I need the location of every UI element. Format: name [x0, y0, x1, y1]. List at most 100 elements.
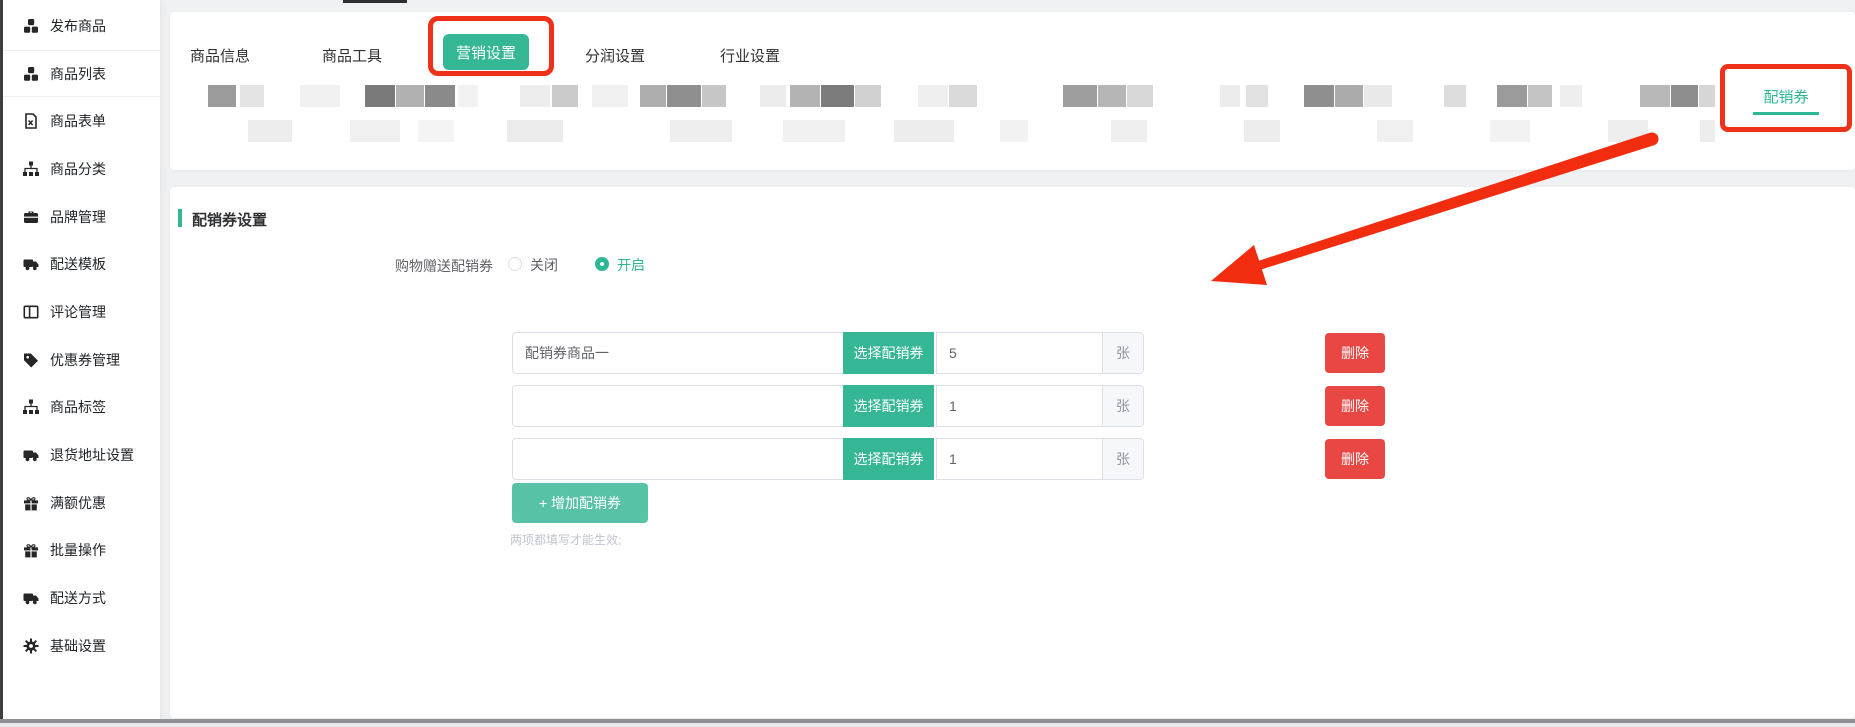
- sidebar-item-label: 商品标签: [50, 397, 106, 417]
- redacted-block: [855, 85, 881, 107]
- sidebar-item[interactable]: 商品表单: [3, 97, 160, 145]
- sidebar-item[interactable]: 优惠券管理: [3, 336, 160, 384]
- gift-icon: [22, 542, 39, 559]
- sidebar-item[interactable]: 批量操作: [3, 527, 160, 575]
- redacted-block: [365, 85, 395, 107]
- redacted-block: [702, 85, 726, 107]
- tab-product-tools[interactable]: 商品工具: [322, 45, 382, 66]
- sidebar-item-label: 评论管理: [50, 302, 106, 322]
- sidebar-item[interactable]: 配送方式: [3, 574, 160, 622]
- redacted-block: [208, 85, 236, 107]
- sidebar-item[interactable]: 品牌管理: [3, 193, 160, 241]
- tab-marketing-settings-active[interactable]: 营销设置: [443, 34, 529, 70]
- sidebar-item[interactable]: 商品分类: [3, 145, 160, 193]
- radio-on-selected[interactable]: [595, 257, 609, 271]
- sidebar-item-label: 基础设置: [50, 636, 106, 656]
- add-coupon-button[interactable]: + 增加配销券: [512, 483, 648, 523]
- redacted-block: [918, 85, 948, 107]
- quantity-group: 张: [936, 438, 1144, 480]
- quantity-input[interactable]: [937, 439, 1102, 479]
- select-coupon-button[interactable]: 选择配销券: [843, 332, 934, 374]
- delete-button[interactable]: 删除: [1325, 333, 1385, 373]
- redacted-block: [552, 85, 578, 107]
- tab-profit-settings[interactable]: 分润设置: [585, 45, 645, 66]
- quantity-input[interactable]: [937, 333, 1102, 373]
- redacted-block: [1098, 85, 1126, 107]
- truck-icon: [22, 447, 39, 464]
- radio-off-label[interactable]: 关闭: [530, 255, 558, 275]
- quantity-unit: 张: [1102, 439, 1143, 479]
- tree-icon: [22, 160, 39, 177]
- sidebar-item[interactable]: 配送模板: [3, 240, 160, 288]
- truck-icon: [22, 590, 39, 607]
- redacted-block: [300, 85, 340, 107]
- gift-coupon-radio-label: 购物赠送配销券: [373, 256, 493, 276]
- coupon-product-input[interactable]: [512, 332, 843, 374]
- redacted-block: [592, 85, 628, 107]
- redacted-block: [1111, 120, 1147, 142]
- sidebar-item-label: 商品分类: [50, 159, 106, 179]
- quantity-group: 张: [936, 385, 1144, 427]
- redacted-block: [1608, 120, 1648, 142]
- redacted-block: [507, 120, 563, 142]
- redacted-block: [1000, 120, 1028, 142]
- select-coupon-button[interactable]: 选择配销券: [843, 385, 934, 427]
- cubes-icon: [22, 65, 39, 82]
- redacted-block: [520, 85, 550, 107]
- redacted-block: [248, 120, 292, 142]
- sidebar-item[interactable]: 评论管理: [3, 288, 160, 336]
- quantity-input[interactable]: [937, 386, 1102, 426]
- coupon-product-input[interactable]: [512, 385, 843, 427]
- panels-icon: [22, 303, 39, 320]
- redacted-block: [1700, 120, 1715, 142]
- select-coupon-button[interactable]: 选择配销券: [843, 438, 934, 480]
- redacted-subtab-row-1: [170, 85, 1855, 107]
- tab-industry-settings[interactable]: 行业设置: [720, 45, 780, 66]
- redacted-block: [1063, 85, 1097, 107]
- radio-off[interactable]: [508, 257, 522, 271]
- redacted-block: [667, 85, 701, 107]
- redacted-block: [1127, 85, 1153, 107]
- redacted-subtab-row-2: [170, 120, 1855, 142]
- sidebar-item-label: 配送方式: [50, 588, 106, 608]
- sidebar-item[interactable]: 基础设置: [3, 622, 160, 670]
- tabs-card: 商品信息 商品工具 营销设置 分润设置 行业设置 配销券: [170, 12, 1855, 170]
- tab-product-info[interactable]: 商品信息: [190, 45, 250, 66]
- redacted-block: [1640, 85, 1670, 107]
- redacted-block: [418, 120, 454, 142]
- redacted-block: [1377, 120, 1413, 142]
- redacted-block: [670, 120, 732, 142]
- redacted-block: [1244, 120, 1280, 142]
- subtab-distribution-coupon[interactable]: 配销券: [1720, 86, 1852, 107]
- coupon-product-input[interactable]: [512, 438, 843, 480]
- redacted-block: [1364, 85, 1392, 107]
- sidebar-item-label: 品牌管理: [50, 207, 106, 227]
- sidebar-item[interactable]: 退货地址设置: [3, 431, 160, 479]
- sidebar-item[interactable]: 发布商品: [3, 2, 160, 50]
- sidebar-item-label: 商品列表: [50, 64, 106, 84]
- sidebar-item[interactable]: 商品列表: [3, 50, 160, 98]
- truck-icon: [22, 256, 39, 273]
- radio-on-label[interactable]: 开启: [617, 255, 645, 275]
- sidebar-item[interactable]: 满额优惠: [3, 479, 160, 527]
- redacted-block: [1246, 85, 1268, 107]
- delete-button[interactable]: 删除: [1325, 439, 1385, 479]
- quantity-unit: 张: [1102, 333, 1143, 373]
- section-title: 配销券设置: [192, 209, 267, 230]
- sidebar: 发布商品商品列表商品表单商品分类品牌管理配送模板评论管理优惠券管理商品标签退货地…: [3, 0, 161, 719]
- redacted-block: [1528, 85, 1552, 107]
- form-hint: 两项都填写才能生效;: [510, 531, 621, 548]
- gift-icon: [22, 494, 39, 511]
- redacted-block: [458, 85, 478, 107]
- redacted-block: [1335, 85, 1363, 107]
- redacted-block: [790, 85, 820, 107]
- gear-icon: [22, 637, 39, 654]
- redacted-block: [1671, 85, 1698, 107]
- tag-icon: [22, 351, 39, 368]
- redacted-block: [821, 85, 854, 107]
- sidebar-item[interactable]: 商品标签: [3, 384, 160, 432]
- delete-button[interactable]: 删除: [1325, 386, 1385, 426]
- sidebar-item-label: 配送模板: [50, 254, 106, 274]
- quantity-group: 张: [936, 332, 1144, 374]
- redacted-block: [1560, 85, 1582, 107]
